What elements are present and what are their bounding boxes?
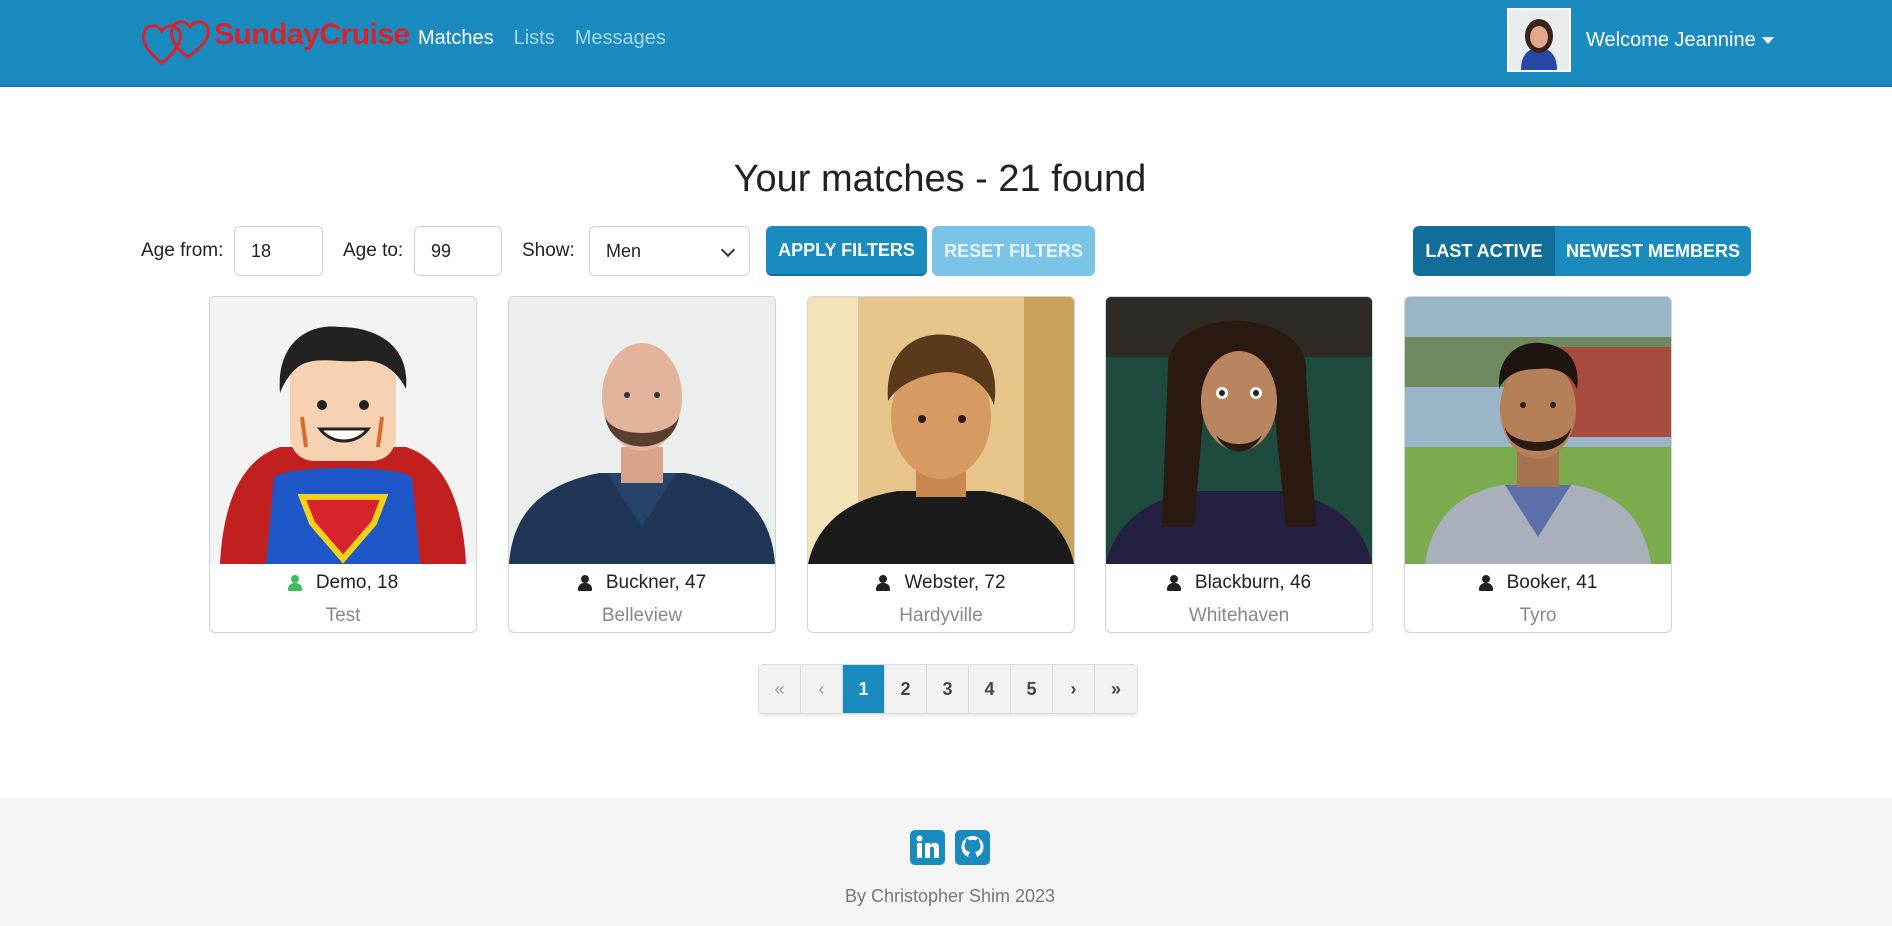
apply-filters-button[interactable]: APPLY FILTERS	[766, 226, 927, 276]
nav-links: Matches Lists Messages	[418, 27, 686, 50]
match-card[interactable]: Booker, 41 Tyro	[1404, 296, 1672, 633]
user-menu[interactable]: Welcome Jeannine	[1507, 8, 1774, 72]
age-from-input[interactable]: 18	[234, 226, 323, 276]
member-name: Booker, 41	[1506, 572, 1598, 593]
user-icon	[577, 575, 592, 591]
social-links	[910, 830, 990, 865]
page-3-button[interactable]: 3	[927, 665, 969, 713]
page-1-button[interactable]: 1	[843, 665, 885, 713]
user-icon	[1166, 575, 1181, 591]
age-to-label: Age to:	[343, 240, 404, 261]
member-name: Webster, 72	[904, 572, 1006, 593]
match-card[interactable]: Demo, 18 Test	[209, 296, 477, 633]
last-page-button[interactable]: »	[1095, 665, 1137, 713]
match-card[interactable]: Webster, 72 Hardyville	[807, 296, 1075, 633]
page-title: Your matches - 21 found	[733, 158, 1147, 200]
match-card[interactable]: Blackburn, 46 Whitehaven	[1105, 296, 1373, 633]
member-photo	[808, 297, 1074, 564]
page-2-button[interactable]: 2	[885, 665, 927, 713]
sort-toggle: LAST ACTIVE NEWEST MEMBERS	[1413, 226, 1751, 276]
next-page-button[interactable]: ›	[1053, 665, 1095, 713]
avatar	[1507, 8, 1571, 72]
member-name: Blackburn, 46	[1194, 572, 1312, 593]
brand-logo[interactable]: SundayCruise	[140, 12, 410, 70]
chevron-down-icon	[1761, 36, 1774, 44]
github-icon[interactable]	[955, 830, 990, 865]
member-city: Hardyville	[899, 605, 983, 626]
last-active-button[interactable]: LAST ACTIVE	[1413, 226, 1555, 276]
member-city: Whitehaven	[1188, 605, 1290, 626]
pagination: « ‹ 1 2 3 4 5 › »	[758, 664, 1138, 714]
member-name: Demo, 18	[315, 572, 399, 593]
member-photo	[1405, 297, 1671, 564]
footer-credit: By Christopher Shim 2023	[844, 886, 1056, 906]
prev-page-button[interactable]: ‹	[801, 665, 843, 713]
age-from-label: Age from:	[141, 240, 224, 261]
member-city: Tyro	[1519, 605, 1557, 626]
page-4-button[interactable]: 4	[969, 665, 1011, 713]
member-photo	[1106, 297, 1372, 564]
user-icon	[1478, 575, 1493, 591]
age-to-input[interactable]: 99	[414, 226, 502, 276]
match-card[interactable]: Buckner, 47 Belleview	[508, 296, 776, 633]
gender-select-value: Men	[606, 241, 642, 261]
user-icon	[876, 575, 891, 591]
reset-filters-button[interactable]: RESET FILTERS	[932, 226, 1095, 276]
member-city: Test	[325, 605, 361, 626]
nav-link-lists[interactable]: Lists	[514, 27, 555, 50]
newest-members-button[interactable]: NEWEST MEMBERS	[1555, 226, 1751, 276]
brand-name: SundayCruise	[214, 18, 410, 51]
nav-link-matches[interactable]: Matches	[418, 27, 494, 50]
member-name: Buckner, 47	[605, 572, 707, 593]
hearts-icon	[142, 20, 210, 65]
member-photo	[509, 297, 775, 564]
page-5-button[interactable]: 5	[1011, 665, 1053, 713]
member-city: Belleview	[601, 605, 683, 626]
member-photo	[210, 297, 476, 564]
welcome-text: Welcome Jeannine	[1586, 28, 1756, 51]
navbar: SundayCruise Matches Lists Messages Welc…	[0, 0, 1892, 87]
chevron-down-icon	[720, 242, 736, 258]
user-online-icon	[287, 575, 302, 591]
nav-link-messages[interactable]: Messages	[575, 27, 666, 50]
linkedin-icon[interactable]	[910, 830, 945, 865]
show-label: Show:	[522, 240, 575, 261]
gender-select[interactable]: Men	[589, 226, 750, 276]
first-page-button[interactable]: «	[759, 665, 801, 713]
